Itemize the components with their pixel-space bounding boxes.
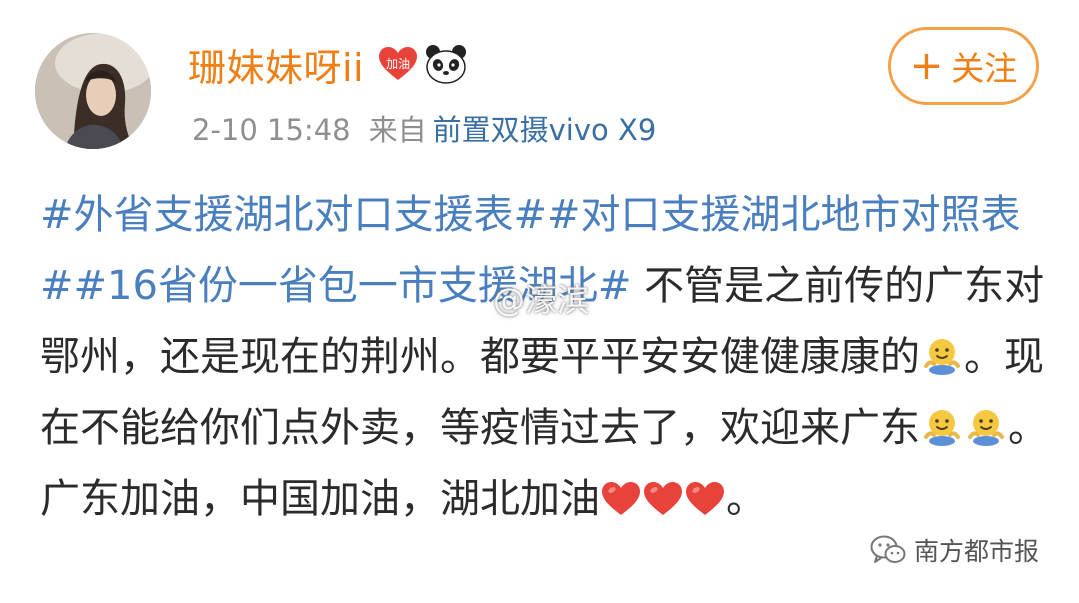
- smiling-face-emoji-icon: [966, 407, 1006, 447]
- from-label: 来自: [368, 113, 427, 147]
- hashtag-link[interactable]: #外省支援湖北对口支援表#: [40, 192, 547, 238]
- weibo-post-card: 珊妹妹呀ii 加油 2-10 15:48 来自前置双摄vivo X9 +关注: [0, 0, 1079, 603]
- follow-button[interactable]: + 关注: [888, 27, 1039, 105]
- smiling-face-emoji-icon: [922, 407, 962, 447]
- red-heart-emoji-icon: [601, 481, 641, 517]
- red-heart-emoji-icon: [643, 481, 683, 517]
- post-timestamp: 2-10 15:48: [192, 113, 351, 147]
- post-meta: 2-10 15:48 来自 前置双摄vivo X9: [192, 107, 656, 149]
- badge-text: 加油: [386, 57, 411, 71]
- wechat-source-watermark: 南方都市报: [870, 530, 1039, 570]
- user-avatar[interactable]: [35, 33, 151, 149]
- post-text-segment: 。: [726, 476, 766, 522]
- red-heart-emoji-icon: [685, 481, 725, 517]
- post-content: #外省支援湖北对口支援表##对口支援湖北地市对照表##16省份一省包一市支援湖北…: [40, 180, 1050, 535]
- follow-label: 关注: [951, 49, 1018, 88]
- wechat-icon: [870, 535, 906, 563]
- username[interactable]: 珊妹妹呀ii: [188, 37, 364, 92]
- panda-icon: [424, 43, 468, 85]
- username-row: 珊妹妹呀ii 加油: [188, 38, 468, 90]
- plus-icon: +: [909, 43, 944, 89]
- hashtag-link[interactable]: #16省份一省包一市支援湖北#: [74, 263, 632, 309]
- wechat-account-name: 南方都市报: [914, 537, 1040, 566]
- device-source-link[interactable]: 前置双摄vivo X9: [433, 113, 657, 147]
- smiling-face-emoji-icon: [922, 336, 962, 376]
- jiayou-heart-badge-icon: 加油: [378, 46, 418, 82]
